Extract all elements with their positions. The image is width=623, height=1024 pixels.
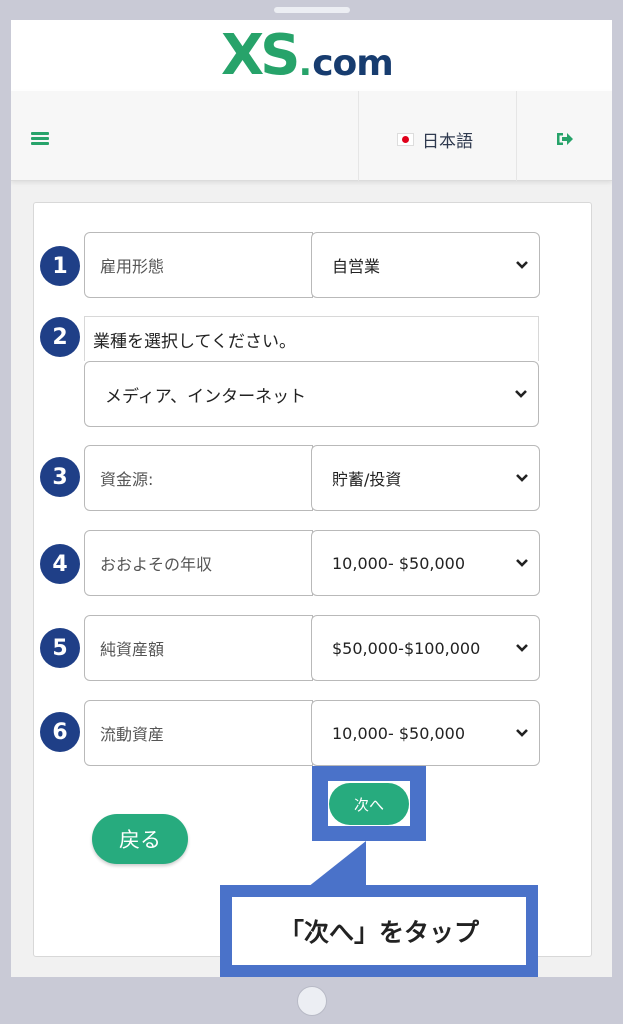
net-worth-label-text: 純資産額 (100, 640, 165, 659)
employment-type-label: 雇用形態 (84, 232, 313, 298)
funds-source-label: 資金源: (84, 445, 313, 511)
liquid-assets-label-text: 流動資産 (100, 725, 165, 744)
logo-dot-text: . (298, 43, 313, 84)
industry-question-text: 業種を選択してください。 (93, 331, 296, 352)
funds-source-select[interactable]: 貯蓄/投資 (311, 445, 540, 511)
chevron-down-icon (516, 644, 528, 652)
funds-source-label-text: 資金源: (100, 470, 154, 489)
net-worth-select[interactable]: $50,000-$100,000 (311, 615, 540, 681)
industry-value: メディア、インターネット (105, 386, 307, 407)
logo-bar: XS . com (11, 20, 612, 91)
back-button[interactable]: 戻る (92, 814, 188, 864)
net-worth-value: $50,000-$100,000 (332, 638, 481, 658)
step-badge-1: 1 (40, 246, 80, 286)
liquid-assets-select[interactable]: 10,000- $50,000 (311, 700, 540, 766)
step-badge-2: 2 (40, 317, 80, 357)
logo-com-text: com (312, 43, 394, 84)
hamburger-icon[interactable] (31, 132, 49, 146)
next-button[interactable]: 次へ (329, 783, 409, 825)
industry-question: 業種を選択してください。 (84, 316, 539, 361)
tablet-frame: XS . com 日本語 1 雇用形態 自営業 2 業種を選択してください。 メ… (0, 0, 623, 1024)
step-badge-6: 6 (40, 712, 80, 752)
chevron-down-icon (515, 390, 527, 398)
chevron-down-icon (516, 261, 528, 269)
annual-income-value: 10,000- $50,000 (332, 553, 466, 573)
liquid-assets-label: 流動資産 (84, 700, 313, 766)
chevron-down-icon (516, 559, 528, 567)
logout-icon[interactable] (556, 131, 574, 147)
xs-logo[interactable]: XS . com (221, 23, 394, 88)
employment-type-select[interactable]: 自営業 (311, 232, 540, 298)
employment-type-value: 自営業 (332, 257, 381, 276)
liquid-assets-value: 10,000- $50,000 (332, 723, 466, 743)
step-badge-4: 4 (40, 544, 80, 584)
step-badge-5: 5 (40, 628, 80, 668)
japan-flag-icon (397, 132, 414, 146)
instruction-callout: 「次へ」をタップ (220, 885, 538, 977)
step-badge-3: 3 (40, 457, 80, 497)
annual-income-label-text: おおよその年収 (100, 555, 213, 574)
industry-select[interactable]: メディア、インターネット (84, 361, 539, 427)
funds-source-value: 貯蓄/投資 (332, 470, 402, 489)
chevron-down-icon (516, 474, 528, 482)
annual-income-label: おおよその年収 (84, 530, 313, 596)
logo-xs-text: XS (221, 23, 300, 88)
language-selector[interactable]: 日本語 (397, 129, 473, 152)
chevron-down-icon (516, 729, 528, 737)
nav-divider (516, 91, 517, 181)
employment-type-label-text: 雇用形態 (100, 257, 165, 276)
annual-income-select[interactable]: 10,000- $50,000 (311, 530, 540, 596)
home-button[interactable] (297, 986, 327, 1016)
nav-bar: 日本語 (11, 91, 612, 181)
language-label: 日本語 (422, 131, 473, 152)
nav-divider (358, 91, 359, 181)
device-speaker (274, 7, 350, 13)
net-worth-label: 純資産額 (84, 615, 313, 681)
callout-text: 「次へ」をタップ (232, 897, 526, 965)
